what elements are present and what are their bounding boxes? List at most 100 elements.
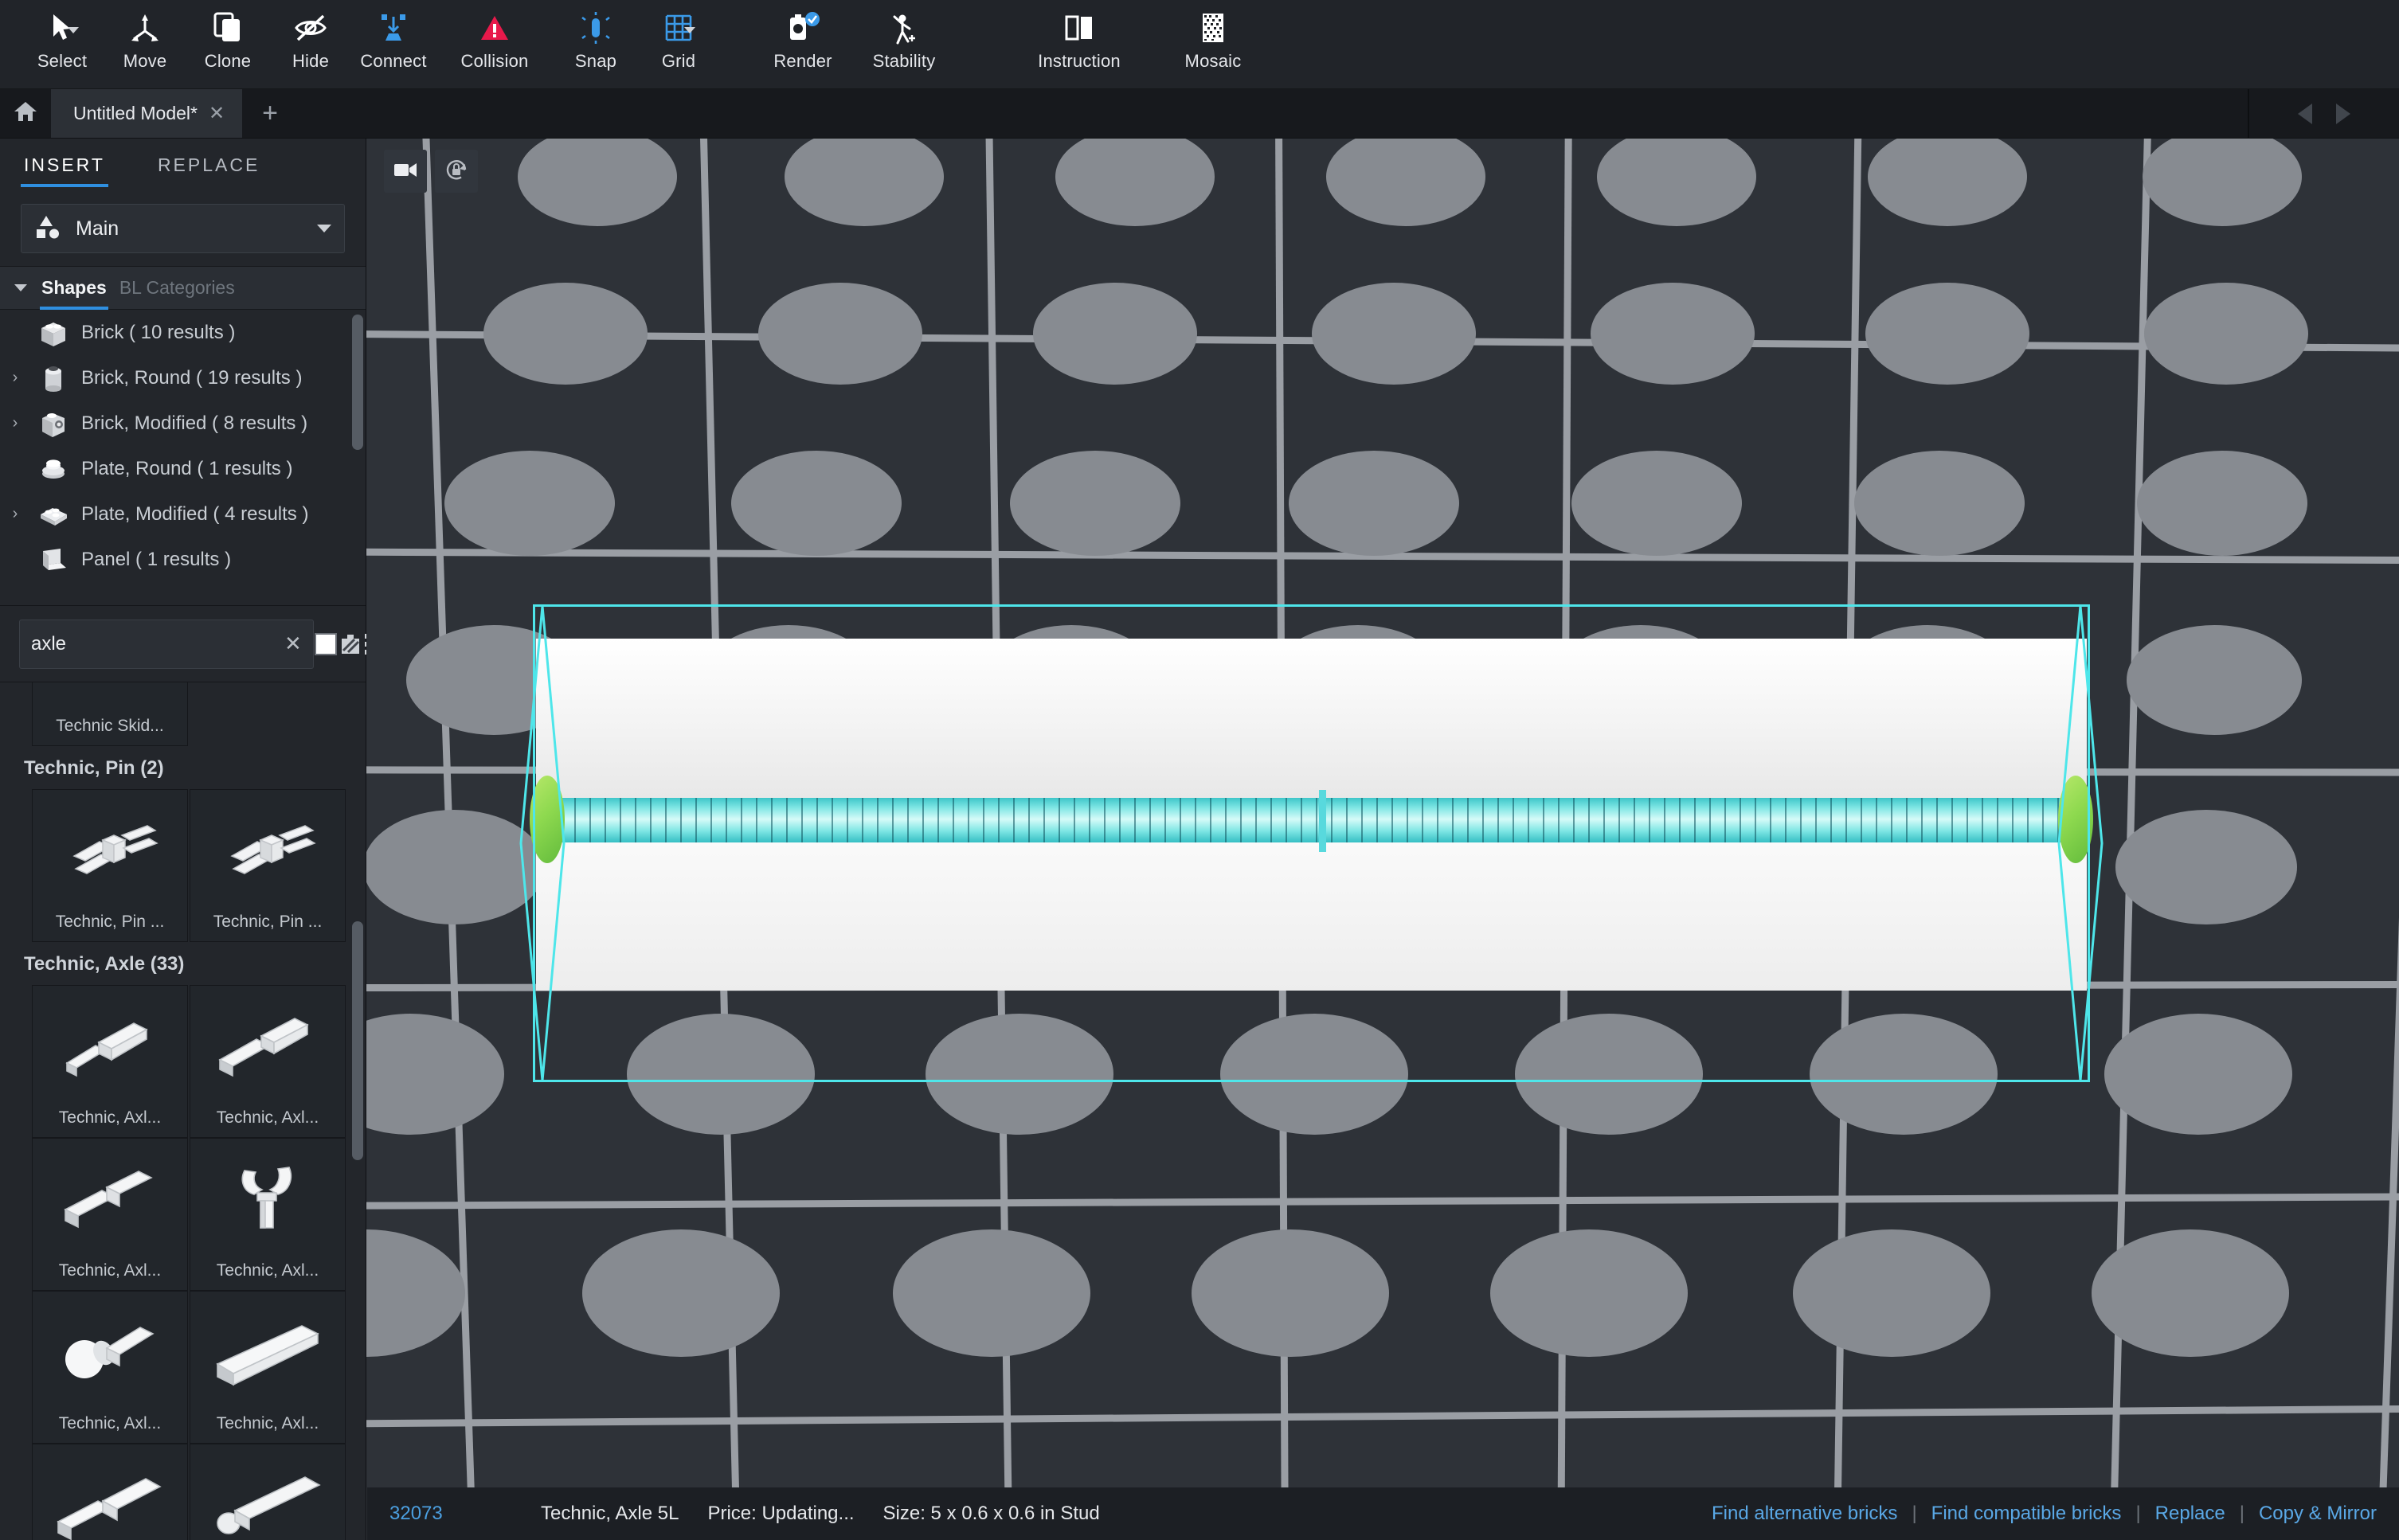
- lock-rotation-button[interactable]: [435, 150, 478, 193]
- tool-stability[interactable]: Stability: [844, 0, 964, 86]
- tab-navigation: [2248, 89, 2399, 138]
- brick-pattern-icon[interactable]: [338, 620, 363, 669]
- part-cell[interactable]: Technic, Axl...: [190, 1444, 346, 1540]
- part-cell[interactable]: Technic, Axl...: [32, 1444, 188, 1540]
- category-row-panel[interactable]: Panel ( 1 results ): [0, 537, 366, 582]
- parts-list-scrollbar[interactable]: [352, 921, 363, 1160]
- baseplate-stud: [1793, 1229, 1990, 1357]
- part-name: Technic, Axl...: [216, 1261, 319, 1280]
- triangle-left-icon[interactable]: [2298, 103, 2312, 124]
- tab-replace[interactable]: REPLACE: [155, 154, 263, 187]
- baseplate-stud: [1326, 139, 1485, 226]
- new-tab-button[interactable]: +: [242, 89, 298, 138]
- chevron-down-icon[interactable]: [68, 27, 79, 33]
- chevron-down-icon: [317, 225, 331, 233]
- baseplate-stud: [758, 283, 922, 385]
- copy-mirror-link[interactable]: Copy & Mirror: [2259, 1503, 2377, 1525]
- camera-view-button[interactable]: [384, 150, 427, 193]
- part-cell[interactable]: Technic Skid...: [32, 682, 188, 746]
- grid-icon: [660, 10, 697, 46]
- tool-label: Snap: [574, 51, 617, 71]
- home-button[interactable]: [0, 89, 51, 138]
- category-row-plate-round[interactable]: Plate, Round ( 1 results ): [0, 446, 366, 491]
- axle-fork-thumb: [190, 1139, 345, 1261]
- axle-pin-thumb: [33, 1139, 187, 1261]
- tool-snap[interactable]: Snap: [554, 0, 637, 86]
- category-label: Brick, Modified ( 8 results ): [81, 412, 308, 434]
- selection-bounding-box: [533, 604, 2090, 1082]
- category-label: Plate, Modified ( 4 results ): [81, 502, 309, 525]
- parts-results: Technic Skid... Technic, Pin (2) Technic…: [0, 682, 366, 1540]
- find-compatible-bricks-link[interactable]: Find compatible bricks: [1931, 1503, 2122, 1525]
- chevron-right-icon[interactable]: ›: [5, 414, 25, 432]
- tool-connect[interactable]: Connect: [352, 0, 435, 86]
- part-cell[interactable]: Technic, Axl...: [32, 1138, 188, 1291]
- close-icon[interactable]: ✕: [209, 104, 225, 123]
- tool-grid[interactable]: Grid: [637, 0, 720, 86]
- replace-link[interactable]: Replace: [2155, 1503, 2225, 1525]
- part-cell[interactable]: Technic, Axl...: [32, 985, 188, 1138]
- category-row-brick-round[interactable]: › Brick, Round ( 19 results ): [0, 355, 366, 401]
- category-list-scrollbar[interactable]: [352, 315, 363, 450]
- tool-move[interactable]: Move: [104, 0, 186, 86]
- category-row-plate-modified[interactable]: › Plate, Modified ( 4 results ): [0, 491, 366, 537]
- baseplate-stud: [2143, 139, 2302, 226]
- part-cell[interactable]: Technic, Axl...: [190, 1291, 346, 1444]
- axle-ball-thumb: [33, 1292, 187, 1414]
- close-icon[interactable]: ✕: [278, 631, 302, 656]
- baseplate-stud: [893, 1229, 1090, 1357]
- group-select-wrapper: Main: [0, 191, 366, 267]
- part-name: Technic, Axl...: [58, 1414, 162, 1433]
- chevron-down-icon[interactable]: [14, 284, 27, 291]
- baseplate-stud: [1854, 451, 2025, 556]
- viewport-canvas[interactable]: [366, 139, 2399, 1540]
- separator: |: [1912, 1503, 1917, 1524]
- tool-clone[interactable]: Clone: [186, 0, 269, 86]
- brick-round-icon: [35, 360, 72, 397]
- tab-insert[interactable]: INSERT: [21, 154, 108, 187]
- tab-bl-categories-label: BL Categories: [119, 277, 235, 298]
- group-select[interactable]: Main: [21, 204, 345, 253]
- category-row-brick-modified[interactable]: › Brick, Modified ( 8 results ): [0, 401, 366, 446]
- axle-notched-thumb: [190, 1444, 345, 1540]
- axle-stud-thumb: [33, 986, 187, 1108]
- tool-instruction[interactable]: Instruction: [1005, 0, 1153, 86]
- chevron-right-icon[interactable]: ›: [5, 505, 25, 523]
- 3d-viewport[interactable]: [366, 139, 2399, 1540]
- tool-mosaic[interactable]: Mosaic: [1153, 0, 1273, 86]
- color-swatch-icon[interactable]: [314, 620, 338, 669]
- chevron-right-icon[interactable]: ›: [5, 369, 25, 387]
- tool-render[interactable]: Render: [761, 0, 844, 86]
- triangle-right-icon[interactable]: [2336, 103, 2350, 124]
- document-tab[interactable]: Untitled Model* ✕: [51, 89, 243, 138]
- baseplate-stud: [483, 283, 648, 385]
- status-bar: 32073 Technic, Axle 5L Price: Updating..…: [367, 1487, 2399, 1540]
- tab-shapes[interactable]: Shapes: [40, 267, 108, 310]
- snap-magnet-icon: [577, 10, 614, 46]
- category-label: Panel ( 1 results ): [81, 548, 232, 570]
- search-input[interactable]: [31, 632, 278, 655]
- part-id[interactable]: 32073: [389, 1503, 541, 1525]
- tab-replace-label: REPLACE: [157, 154, 260, 175]
- tool-collision[interactable]: Collision: [435, 0, 554, 86]
- part-cell[interactable]: Technic, Axl...: [190, 985, 346, 1138]
- document-tab-title: Untitled Model*: [73, 103, 198, 123]
- lock-rotate-icon: [444, 157, 469, 186]
- skid-plate-thumb: [33, 682, 187, 717]
- part-cell[interactable]: Technic, Axl...: [32, 1291, 188, 1444]
- part-cell[interactable]: Technic, Pin ...: [190, 789, 346, 942]
- tab-bl-categories[interactable]: BL Categories: [119, 267, 235, 310]
- tool-label: Grid: [661, 51, 696, 71]
- tool-select[interactable]: Select: [21, 0, 104, 86]
- search-box[interactable]: ✕: [19, 619, 314, 669]
- category-row-brick[interactable]: Brick ( 10 results ): [0, 310, 366, 355]
- category-label: Plate, Round ( 1 results ): [81, 457, 293, 479]
- tab-bar: Untitled Model* ✕ +: [0, 89, 2399, 139]
- part-cell[interactable]: Technic, Pin ...: [32, 789, 188, 942]
- tool-hide[interactable]: Hide: [269, 0, 352, 86]
- part-name: Technic, Axl...: [216, 1108, 319, 1127]
- find-alternative-bricks-link[interactable]: Find alternative bricks: [1712, 1503, 1897, 1525]
- tool-label: Clone: [204, 51, 252, 71]
- chevron-down-icon[interactable]: [684, 27, 695, 33]
- part-cell[interactable]: Technic, Axl...: [190, 1138, 346, 1291]
